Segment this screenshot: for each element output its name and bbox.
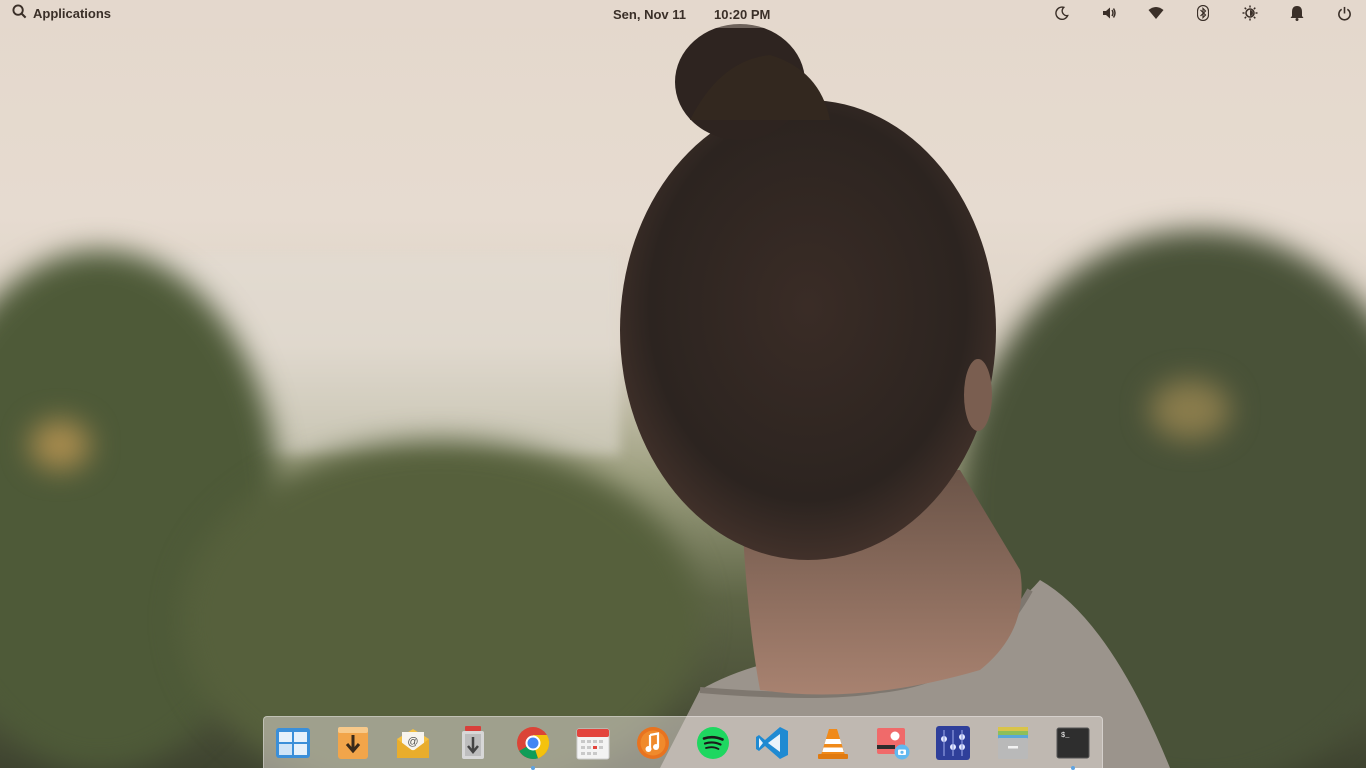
dock-item-mixer[interactable] xyxy=(934,724,972,762)
volume-icon[interactable] xyxy=(1101,5,1117,21)
calendar-icon xyxy=(576,728,610,759)
desktop-wallpaper xyxy=(0,0,1366,768)
top-panel: Applications Sen, Nov 11 10:20 PM xyxy=(0,0,1366,28)
system-indicators xyxy=(1054,5,1352,21)
chrome-icon xyxy=(517,726,550,759)
dock-item-vlc[interactable] xyxy=(814,724,852,762)
dock-item-music[interactable] xyxy=(634,724,672,762)
applications-menu-button[interactable]: Applications xyxy=(12,4,111,22)
multitasking-view-icon xyxy=(276,727,310,758)
dock-item-installer[interactable] xyxy=(454,724,492,762)
vscode-icon xyxy=(756,726,788,759)
night-light-icon[interactable] xyxy=(1054,5,1070,21)
notifications-icon[interactable] xyxy=(1289,5,1305,21)
dock-item-mail[interactable]: @ xyxy=(394,724,432,762)
wifi-icon[interactable] xyxy=(1148,5,1164,21)
search-icon xyxy=(12,4,27,22)
dock-item-downloads[interactable] xyxy=(334,724,372,762)
bluetooth-icon[interactable] xyxy=(1195,5,1211,21)
music-icon xyxy=(637,726,669,759)
mixer-icon xyxy=(936,725,970,760)
dock-item-files[interactable] xyxy=(994,724,1032,762)
wallpaper-person xyxy=(620,24,1170,768)
dock-item-screenshot[interactable] xyxy=(874,724,912,762)
datetime-indicator[interactable]: Sen, Nov 11 10:20 PM xyxy=(613,7,770,22)
terminal-icon: $_ xyxy=(1056,727,1090,758)
dock-item-spotify[interactable] xyxy=(694,724,732,762)
brightness-icon[interactable] xyxy=(1242,5,1258,21)
vlc-icon xyxy=(818,728,848,759)
screenshot-icon xyxy=(877,727,910,759)
applications-label: Applications xyxy=(33,5,112,21)
svg-text:$_: $_ xyxy=(1061,732,1070,740)
dock-item-vscode[interactable] xyxy=(754,724,792,762)
downloads-icon xyxy=(338,726,368,759)
svg-text:@: @ xyxy=(407,736,418,748)
dock-item-chrome[interactable] xyxy=(514,724,552,770)
power-icon[interactable] xyxy=(1336,5,1352,21)
dock-item-calendar[interactable] xyxy=(574,724,612,762)
dock-item-multitasking-view[interactable] xyxy=(274,724,312,762)
files-icon xyxy=(998,726,1028,759)
time-text: 10:20 PM xyxy=(713,7,771,22)
dock: @ $_ xyxy=(263,716,1103,770)
mail-icon: @ xyxy=(397,728,429,758)
date-text: Sen, Nov 11 xyxy=(613,7,686,22)
installer-icon xyxy=(462,725,484,759)
spotify-icon xyxy=(697,726,729,759)
dock-item-terminal[interactable]: $_ xyxy=(1054,724,1092,770)
